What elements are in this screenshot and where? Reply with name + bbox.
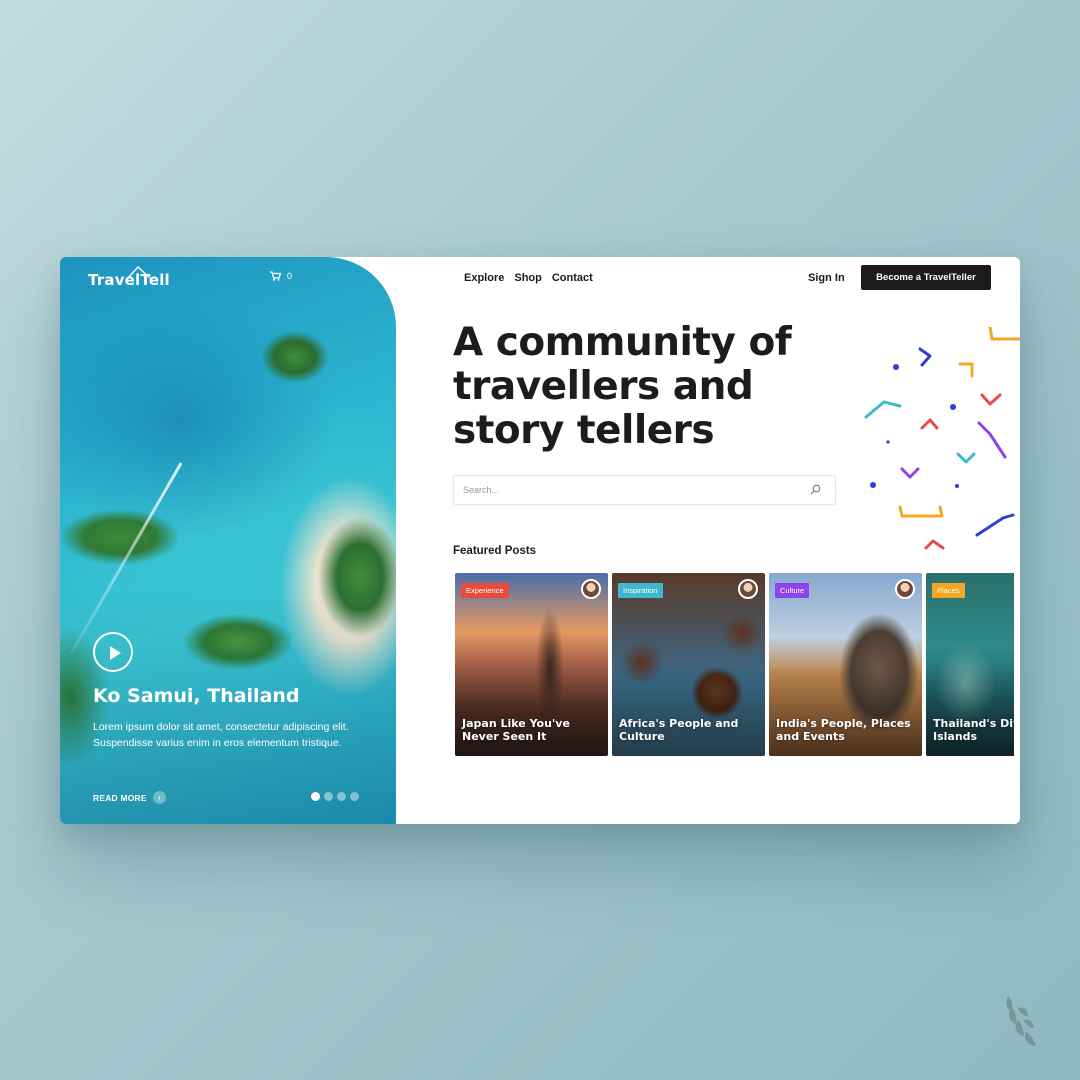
- confetti-dot: [886, 440, 890, 444]
- post-card[interactable]: Culture India's People, Places and Event…: [769, 573, 922, 756]
- slider-dot[interactable]: [350, 792, 359, 801]
- confetti-dot: [870, 482, 876, 488]
- brand-logo[interactable]: TravelTell: [88, 266, 170, 289]
- featured-posts-title: Featured Posts: [453, 545, 537, 557]
- author-avatar: [581, 579, 601, 599]
- confetti-decoration: [864, 327, 1020, 550]
- confetti-piece: [956, 452, 976, 464]
- read-more-label: READ MORE: [93, 792, 147, 803]
- sign-in-link[interactable]: Sign In: [808, 272, 845, 284]
- hero-banner: TravelTell 0 Ko Samui, Thailand Lorem ip…: [60, 257, 396, 824]
- post-tag: Culture: [775, 583, 810, 598]
- hero-description: Lorem ipsum dolor sit amet, consectetur …: [93, 721, 349, 749]
- post-tag: Experience: [461, 583, 509, 598]
- confetti-dot: [893, 364, 899, 370]
- chevron-right-icon: ›: [152, 791, 166, 804]
- confetti-piece: [918, 347, 932, 367]
- post-card[interactable]: Places Thailand's Diverse Islands: [926, 573, 1014, 756]
- post-title: Thailand's Diverse Islands: [933, 717, 1014, 743]
- slider-dot[interactable]: [324, 792, 333, 801]
- confetti-piece: [988, 327, 1020, 341]
- become-traveller-button[interactable]: Become a TravelTeller: [861, 265, 991, 290]
- confetti-piece: [980, 393, 1002, 406]
- slider-dot[interactable]: [311, 792, 320, 801]
- search-icon[interactable]: [810, 484, 821, 495]
- cart[interactable]: 0: [270, 271, 292, 281]
- confetti-piece: [977, 421, 1007, 459]
- search-input[interactable]: [454, 476, 794, 504]
- nav-item-shop[interactable]: Shop: [514, 272, 542, 284]
- confetti-piece: [920, 418, 939, 430]
- cart-count: 0: [287, 271, 293, 281]
- mountain-logo-icon: [127, 266, 151, 279]
- read-more-link[interactable]: READ MORE ›: [93, 791, 166, 804]
- post-tag: Places: [932, 583, 965, 598]
- post-card[interactable]: Experience Japan Like You've Never Seen …: [455, 573, 608, 756]
- main-nav: Explore Shop Contact: [464, 272, 593, 284]
- confetti-piece: [958, 362, 974, 378]
- hero-title: Ko Samui, Thailand: [93, 685, 300, 707]
- post-card[interactable]: Inspiration Africa's People and Culture: [612, 573, 765, 756]
- confetti-piece: [924, 539, 945, 550]
- post-title: India's People, Places and Events: [776, 717, 911, 743]
- confetti-dot: [950, 404, 956, 410]
- website-window: TravelTell 0 Ko Samui, Thailand Lorem ip…: [60, 257, 1020, 824]
- author-avatar: [738, 579, 758, 599]
- featured-posts-carousel: Experience Japan Like You've Never Seen …: [455, 573, 1014, 756]
- page-headline: A community of travellers and story tell…: [453, 320, 792, 453]
- confetti-piece: [900, 467, 920, 479]
- post-title: Japan Like You've Never Seen It: [462, 717, 570, 743]
- search-box: [453, 475, 836, 505]
- author-avatar: [895, 579, 915, 599]
- confetti-dot: [955, 484, 959, 488]
- confetti-piece: [975, 513, 1015, 537]
- cart-icon: [270, 271, 281, 281]
- play-button[interactable]: [93, 632, 133, 672]
- post-title: Africa's People and Culture: [619, 717, 739, 743]
- slider-dot[interactable]: [337, 792, 346, 801]
- confetti-piece: [864, 400, 902, 419]
- slider-dots: [311, 792, 359, 801]
- post-tag: Inspiration: [618, 583, 663, 598]
- confetti-piece: [898, 505, 944, 518]
- nav-item-explore[interactable]: Explore: [464, 272, 504, 284]
- laurel-icon: [1006, 996, 1036, 1046]
- nav-item-contact[interactable]: Contact: [552, 272, 593, 284]
